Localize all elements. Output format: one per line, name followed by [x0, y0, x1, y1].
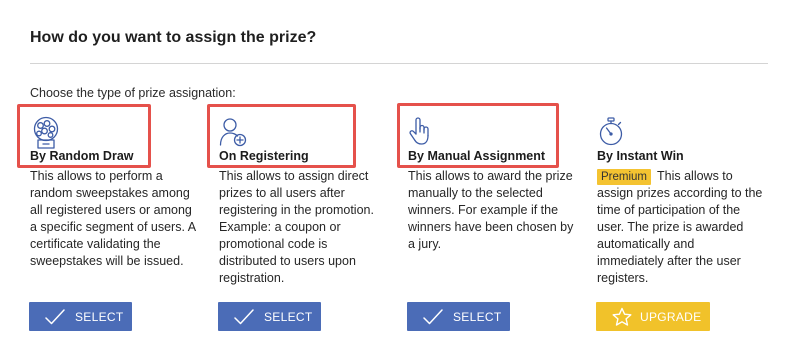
option-instant-win: By Instant Win Premium This allows to as… — [596, 112, 784, 334]
option-description: Premium This allows to assign prizes acc… — [597, 168, 762, 287]
option-random-draw: By Random Draw This allows to perform a … — [29, 112, 217, 334]
select-random-draw-button[interactable]: SELECT — [29, 302, 132, 331]
check-icon — [423, 307, 443, 327]
description-line: a specific segment of users. A — [30, 220, 197, 234]
option-description: This allows to award the prize manually … — [408, 168, 573, 253]
description-line: winners. For example if the — [408, 203, 559, 217]
description-line: automatically and — [597, 237, 695, 251]
premium-badge: Premium — [597, 168, 652, 185]
page-title: How do you want to assign the prize? — [30, 29, 317, 46]
description-line: distributed to users upon — [219, 254, 356, 268]
description-line: registers. — [597, 271, 649, 285]
description-line: a jury. — [408, 237, 442, 251]
option-description: This allows to perform a random sweepsta… — [30, 168, 196, 270]
description-line: This allows to award the prize — [408, 169, 573, 183]
star-icon — [612, 307, 632, 327]
option-description: This allows to assign direct prizes to a… — [219, 168, 374, 287]
description-line: manually to the selected — [408, 186, 543, 200]
option-on-registering: On Registering This allows to assign dir… — [218, 112, 406, 334]
option-title: On Registering — [219, 149, 309, 163]
description-line: registration. — [219, 271, 285, 285]
person-add-icon — [219, 116, 247, 148]
option-manual-assignment: By Manual Assignment This allows to awar… — [407, 112, 595, 334]
option-title: By Random Draw — [30, 149, 134, 163]
option-title: By Instant Win — [597, 149, 684, 163]
description-line: random sweepstakes among — [30, 186, 190, 200]
select-button-label: SELECT — [75, 309, 124, 324]
description-line: This allows to assign direct — [219, 169, 369, 183]
raised-hand-icon — [408, 116, 432, 148]
description-line: all registered users or among — [30, 203, 192, 217]
description-line: Example: a coupon or — [219, 220, 341, 234]
upgrade-button[interactable]: UPGRADE — [596, 302, 710, 331]
select-button-label: SELECT — [453, 309, 502, 324]
description-line: This allows to perform a — [30, 169, 163, 183]
upgrade-button-label: UPGRADE — [640, 309, 702, 324]
description-line: prizes to all users after — [219, 186, 345, 200]
description-line: This allows to — [657, 169, 733, 183]
option-title: By Manual Assignment — [408, 149, 546, 163]
description-line: sweepstakes will be issued. — [30, 254, 184, 268]
description-first-line: Premium This allows to — [597, 168, 762, 185]
header-divider — [30, 63, 768, 64]
description-line: user. The prize is awarded — [597, 220, 744, 234]
prize-assignation-subtitle: Choose the type of prize assignation: — [30, 86, 236, 100]
check-icon — [234, 307, 254, 327]
stopwatch-icon — [597, 116, 625, 148]
description-line: assign prizes according to the — [597, 186, 763, 200]
description-line: immediately after the user — [597, 254, 741, 268]
gumball-machine-icon — [30, 116, 62, 149]
select-manual-assignment-button[interactable]: SELECT — [407, 302, 510, 331]
check-icon — [45, 307, 65, 327]
select-button-label: SELECT — [264, 309, 313, 324]
description-line: winners have been chosen by — [408, 220, 574, 234]
description-line: time of participation of the — [597, 203, 741, 217]
description-line: registering in the promotion. — [219, 203, 374, 217]
select-on-registering-button[interactable]: SELECT — [218, 302, 321, 331]
description-line: promotional code is — [219, 237, 328, 251]
description-line: certificate validating the — [30, 237, 161, 251]
